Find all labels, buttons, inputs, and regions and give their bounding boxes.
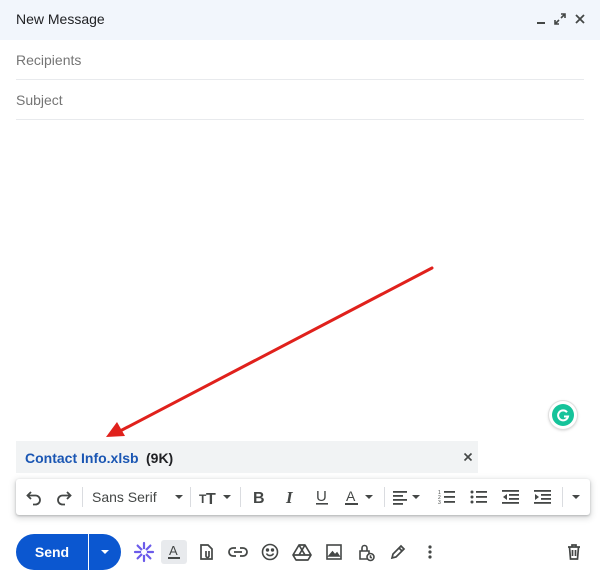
toolbar-divider: [82, 487, 83, 507]
send-button[interactable]: Send: [16, 534, 88, 570]
subject-placeholder: Subject: [16, 92, 63, 108]
text-size-icon[interactable]: T T: [198, 487, 234, 507]
toolbar-divider: [384, 487, 385, 507]
svg-text:T: T: [206, 491, 216, 506]
more-options-icon[interactable]: [418, 540, 442, 564]
indent-less-icon[interactable]: [500, 487, 522, 507]
discard-draft-icon[interactable]: [562, 540, 586, 564]
attachment-name[interactable]: Contact Info.xlsb: [25, 450, 139, 466]
svg-text:A: A: [346, 488, 356, 504]
expand-icon[interactable]: [551, 10, 569, 28]
svg-text:B: B: [253, 490, 265, 506]
minimize-icon[interactable]: [532, 10, 550, 28]
numbered-list-icon[interactable]: 1 2 3: [436, 487, 458, 507]
align-icon[interactable]: [392, 487, 426, 507]
bulleted-list-icon[interactable]: [468, 487, 490, 507]
remove-attachment-icon[interactable]: [461, 450, 475, 464]
indent-more-icon[interactable]: [532, 487, 554, 507]
ai-sparkle-icon[interactable]: [132, 540, 156, 564]
google-drive-icon[interactable]: [290, 540, 314, 564]
attachment-size: (9K): [146, 450, 174, 466]
formatting-toolbar: Sans Serif T T B I U A 1 2 3: [16, 479, 590, 515]
confidential-mode-icon[interactable]: [354, 540, 378, 564]
close-icon[interactable]: [571, 10, 589, 28]
grammarly-icon[interactable]: [549, 401, 577, 429]
toolbar-divider: [190, 487, 191, 507]
formatting-options-icon[interactable]: A: [161, 540, 187, 564]
chevron-down-icon: [101, 550, 109, 554]
more-formatting-icon[interactable]: [568, 487, 584, 507]
svg-text:I: I: [285, 488, 294, 506]
bold-icon[interactable]: B: [248, 487, 268, 507]
text-color-icon[interactable]: A: [344, 487, 378, 507]
recipients-field[interactable]: Recipients: [16, 40, 584, 80]
compose-title: New Message: [16, 11, 105, 27]
svg-text:U: U: [316, 488, 327, 505]
font-name: Sans Serif: [92, 489, 157, 505]
undo-icon[interactable]: [24, 487, 44, 507]
recipients-placeholder: Recipients: [16, 52, 82, 68]
compose-header: New Message: [0, 0, 600, 40]
toolbar-divider: [562, 487, 563, 507]
insert-link-icon[interactable]: [226, 540, 250, 564]
message-body[interactable]: [16, 120, 584, 438]
insert-photo-icon[interactable]: [322, 540, 346, 564]
underline-icon[interactable]: U: [312, 487, 332, 507]
attachment-chip[interactable]: Contact Info.xlsb (9K): [16, 441, 478, 473]
schedule-send-dropdown[interactable]: [89, 534, 121, 570]
signature-icon[interactable]: [386, 540, 410, 564]
svg-text:A: A: [169, 543, 178, 558]
subject-field[interactable]: Subject: [16, 80, 584, 120]
toolbar-divider: [240, 487, 241, 507]
redo-icon[interactable]: [54, 487, 74, 507]
emoji-icon[interactable]: [258, 540, 282, 564]
font-dropdown[interactable]: Sans Serif: [92, 487, 186, 507]
chevron-down-icon: [175, 495, 183, 499]
attach-file-icon[interactable]: [194, 540, 218, 564]
svg-text:3: 3: [438, 500, 441, 506]
italic-icon[interactable]: I: [280, 487, 300, 507]
